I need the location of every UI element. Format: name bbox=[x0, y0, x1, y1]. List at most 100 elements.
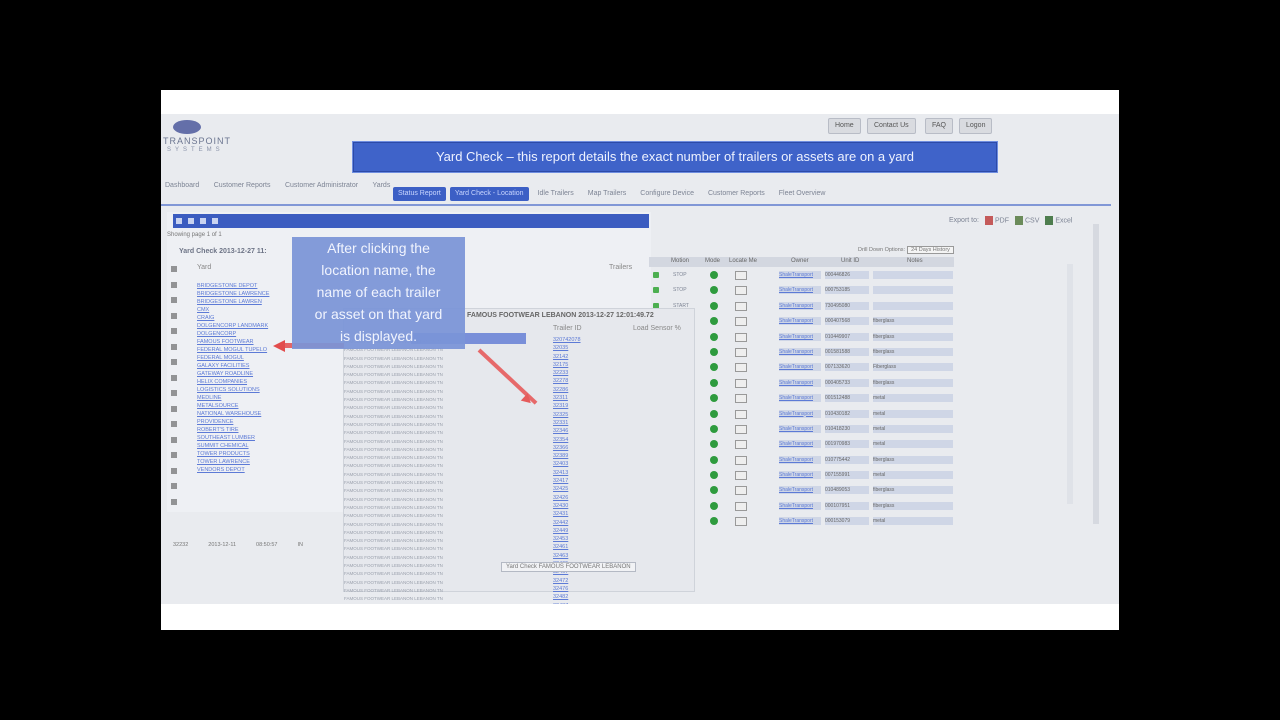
home-button[interactable]: Home bbox=[828, 118, 861, 134]
yard-link[interactable]: VENDORS DEPOT bbox=[197, 466, 297, 474]
yard-link[interactable]: METALSOURCE bbox=[197, 402, 297, 410]
yard-link[interactable]: MEDLINE bbox=[197, 394, 297, 402]
tab-map-trailers[interactable]: Map Trailers bbox=[583, 187, 632, 201]
trailer-id-link[interactable]: 32442 bbox=[553, 519, 593, 527]
trailer-id-link[interactable]: 32035 bbox=[553, 344, 593, 352]
toolbar-next-icon[interactable] bbox=[200, 218, 206, 224]
trailer-id-link[interactable]: 32389 bbox=[553, 452, 593, 460]
row-select-icon[interactable] bbox=[171, 421, 177, 427]
toolbar-first-icon[interactable] bbox=[176, 218, 182, 224]
owner-link[interactable]: ShaleTransport bbox=[779, 501, 821, 510]
nav-customer-admin[interactable]: Customer Administrator bbox=[285, 182, 358, 189]
locate-me-button[interactable] bbox=[735, 440, 747, 450]
locate-me-button[interactable] bbox=[735, 347, 747, 357]
owner-link[interactable]: ShaleTransport bbox=[779, 347, 821, 356]
owner-link[interactable]: ShaleTransport bbox=[779, 363, 821, 372]
yard-link[interactable]: HELIX COMPANIES bbox=[197, 378, 297, 386]
trailer-id-link[interactable]: 32417 bbox=[553, 477, 593, 485]
locate-me-button[interactable] bbox=[735, 424, 747, 434]
trailer-id-link[interactable]: 32476 bbox=[553, 585, 593, 593]
yard-link[interactable]: GALAXY FACILITIES bbox=[197, 362, 297, 370]
locate-me-button[interactable] bbox=[735, 471, 747, 481]
trailer-id-link[interactable]: 32331 bbox=[553, 419, 593, 427]
trailer-id-link[interactable]: 32325 bbox=[553, 411, 593, 419]
trailer-id-link[interactable]: 32425 bbox=[553, 485, 593, 493]
trailer-id-link[interactable]: 32278 bbox=[553, 377, 593, 385]
locate-me-button[interactable] bbox=[735, 501, 747, 511]
trailer-id-link[interactable]: 32431 bbox=[553, 510, 593, 518]
locate-me-button[interactable] bbox=[735, 394, 747, 404]
yard-link[interactable]: DOLGENCORP LANDMARK bbox=[197, 322, 297, 330]
owner-link[interactable]: ShaleTransport bbox=[779, 440, 821, 449]
locate-me-button[interactable] bbox=[735, 409, 747, 419]
nav-dashboard[interactable]: Dashboard bbox=[165, 182, 199, 189]
owner-link[interactable]: ShaleTransport bbox=[779, 301, 821, 310]
row-select-icon[interactable] bbox=[171, 405, 177, 412]
trailer-id-link[interactable]: 32472 bbox=[553, 577, 593, 585]
export-pdf-button[interactable]: PDF bbox=[984, 216, 1009, 225]
row-select-icon[interactable] bbox=[171, 328, 177, 334]
trailer-id-link[interactable]: 32142 bbox=[553, 353, 593, 361]
row-select-icon[interactable] bbox=[171, 467, 177, 474]
export-excel-button[interactable]: Excel bbox=[1045, 216, 1073, 225]
row-select-icon[interactable] bbox=[171, 266, 177, 272]
trailer-id-link[interactable]: 32449 bbox=[553, 527, 593, 535]
owner-link[interactable]: ShaleTransport bbox=[779, 517, 821, 526]
toolbar-print-icon[interactable] bbox=[212, 218, 218, 224]
owner-link[interactable]: ShaleTransport bbox=[779, 332, 821, 341]
yard-link[interactable]: DOLGENCORP bbox=[197, 330, 297, 338]
trailer-id-link[interactable]: 32354 bbox=[553, 436, 593, 444]
tab-yard-check[interactable]: Yard Check - Location bbox=[449, 187, 529, 201]
table-scrollbar[interactable] bbox=[1067, 264, 1073, 504]
yard-check-location-button[interactable]: Yard Check FAMOUS FOOTWEAR LEBANON bbox=[501, 562, 636, 572]
yard-link[interactable]: CRAIG bbox=[197, 314, 297, 322]
nav-customer-reports[interactable]: Customer Reports bbox=[214, 182, 271, 189]
trailer-id-link[interactable]: 32286 bbox=[553, 386, 593, 394]
yard-link[interactable]: BRIDGESTONE LAWREN bbox=[197, 298, 297, 306]
trailer-id-link[interactable]: 32461 bbox=[553, 543, 593, 551]
trailer-id-link[interactable]: 32413 bbox=[553, 469, 593, 477]
toolbar-prev-icon[interactable] bbox=[188, 218, 194, 224]
yard-link[interactable]: ROBERT'S TIRE bbox=[197, 426, 297, 434]
owner-link[interactable]: ShaleTransport bbox=[779, 394, 821, 403]
tab-fleet-overview[interactable]: Fleet Overview bbox=[774, 187, 831, 201]
trailer-id-link[interactable]: 32453 bbox=[553, 535, 593, 543]
export-csv-button[interactable]: CSV bbox=[1014, 216, 1039, 225]
trailer-id-link[interactable]: 32311 bbox=[553, 394, 593, 402]
owner-link[interactable]: ShaleTransport bbox=[779, 409, 821, 418]
owner-link[interactable]: ShaleTransport bbox=[779, 286, 821, 295]
yard-link[interactable]: CMX bbox=[197, 306, 297, 314]
owner-link[interactable]: ShaleTransport bbox=[779, 455, 821, 464]
owner-link[interactable]: ShaleTransport bbox=[779, 424, 821, 433]
yard-link[interactable]: BRIDGESTONE DEPOT bbox=[197, 282, 297, 290]
faq-button[interactable]: FAQ bbox=[925, 118, 954, 134]
locate-me-button[interactable] bbox=[735, 517, 747, 527]
row-select-icon[interactable] bbox=[171, 343, 177, 350]
tab-status-report[interactable]: Status Report bbox=[393, 187, 446, 201]
owner-link[interactable]: ShaleTransport bbox=[779, 317, 821, 326]
row-select-icon[interactable] bbox=[171, 374, 177, 381]
locate-me-button[interactable] bbox=[735, 486, 747, 496]
trailer-id-link[interactable]: 32487 bbox=[553, 602, 593, 605]
yard-link[interactable]: LOGISTICS SOLUTIONS bbox=[197, 386, 297, 394]
locate-me-button[interactable] bbox=[735, 378, 747, 388]
yard-link[interactable]: FEDERAL MOGUL bbox=[197, 354, 297, 362]
owner-link[interactable]: ShaleTransport bbox=[779, 471, 821, 480]
yard-link[interactable]: TOWER LAWRENCE bbox=[197, 458, 297, 466]
trailer-id-link[interactable]: 32463 bbox=[553, 552, 593, 560]
row-select-icon[interactable] bbox=[171, 390, 177, 396]
row-select-icon[interactable] bbox=[171, 436, 177, 443]
trailer-id-link[interactable]: 32319 bbox=[553, 402, 593, 410]
last-row-trailer[interactable]: 32232 bbox=[173, 542, 188, 548]
trailer-id-link[interactable]: 32403 bbox=[553, 460, 593, 468]
locate-me-button[interactable] bbox=[735, 271, 747, 280]
row-select-icon[interactable] bbox=[171, 483, 177, 489]
yard-link[interactable]: SUMMIT CHEMICAL bbox=[197, 442, 297, 450]
tab-customer-reports[interactable]: Customer Reports bbox=[703, 187, 770, 201]
row-select-icon[interactable] bbox=[171, 312, 177, 319]
trailer-id-link[interactable]: 32233 bbox=[553, 369, 593, 377]
row-select-icon[interactable] bbox=[171, 359, 177, 365]
trailer-id-link[interactable]: 32175 bbox=[553, 361, 593, 369]
locate-me-button[interactable] bbox=[735, 363, 747, 373]
yard-link[interactable]: PROVIDENCE bbox=[197, 418, 297, 426]
